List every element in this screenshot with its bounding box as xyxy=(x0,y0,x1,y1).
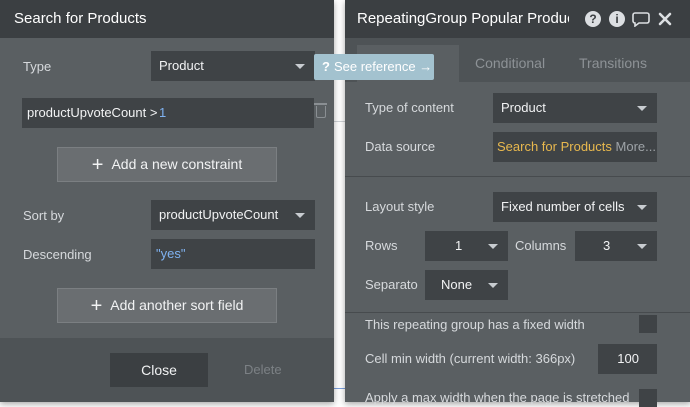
plus-icon: + xyxy=(91,154,104,176)
plus-icon: + xyxy=(90,295,103,317)
constraint-row[interactable]: productUpvoteCount > 1 xyxy=(22,98,314,128)
constraint-value[interactable]: 1 xyxy=(159,98,166,128)
rows-label: Rows xyxy=(365,238,398,253)
chevron-down-icon xyxy=(637,244,647,249)
chevron-down-icon xyxy=(488,283,498,288)
rows-dropdown[interactable]: 1 xyxy=(425,231,508,261)
data-source-field[interactable]: Search for Products More... xyxy=(493,132,657,162)
cell-min-width-input[interactable]: 100 xyxy=(598,344,657,374)
add-sort-field-label: Add another sort field xyxy=(110,297,244,313)
tab-conditional[interactable]: Conditional xyxy=(475,45,545,82)
divider xyxy=(345,176,690,177)
max-width-label: Apply a max width when the page is stret… xyxy=(365,390,630,405)
chevron-down-icon xyxy=(488,244,498,249)
tab-transitions[interactable]: Transitions xyxy=(579,45,647,82)
chevron-down-icon xyxy=(295,213,305,218)
separator-dropdown[interactable]: None xyxy=(425,270,508,300)
search-for-products-panel: Search for Products Type Product product… xyxy=(0,0,334,402)
see-reference-tooltip[interactable]: ? See reference → xyxy=(314,54,434,80)
info-icon[interactable]: i xyxy=(609,11,625,27)
columns-label: Columns xyxy=(515,238,567,253)
add-constraint-label: Add a new constraint xyxy=(111,156,243,172)
close-icon[interactable] xyxy=(658,12,672,26)
sort-by-label: Sort by xyxy=(23,208,65,223)
max-width-checkbox[interactable] xyxy=(639,389,657,407)
trash-icon[interactable] xyxy=(314,103,327,118)
chevron-down-icon xyxy=(295,64,305,69)
type-dropdown-value: Product xyxy=(159,58,204,73)
separator-label: Separato xyxy=(365,277,418,292)
add-sort-field-button[interactable]: + Add another sort field xyxy=(57,288,277,323)
property-editor-title: RepeatingGroup Popular Products xyxy=(357,10,569,27)
data-source-label: Data source xyxy=(365,139,436,154)
close-button[interactable]: Close xyxy=(110,353,208,387)
fixed-width-label: This repeating group has a fixed width xyxy=(365,317,585,332)
delete-button[interactable]: Delete xyxy=(244,362,282,377)
add-constraint-button[interactable]: + Add a new constraint xyxy=(57,147,277,182)
columns-dropdown[interactable]: 3 xyxy=(575,231,657,261)
layout-style-value: Fixed number of cells xyxy=(501,199,625,214)
rows-value: 1 xyxy=(455,238,463,253)
constraint-field[interactable]: productUpvoteCount > xyxy=(27,105,157,120)
columns-value: 3 xyxy=(603,238,611,253)
chevron-down-icon xyxy=(637,106,647,111)
descending-label: Descending xyxy=(23,247,92,262)
layout-style-dropdown[interactable]: Fixed number of cells xyxy=(493,192,657,222)
descending-input[interactable]: "yes" xyxy=(151,239,315,269)
comment-icon[interactable] xyxy=(632,11,650,27)
fixed-width-checkbox[interactable] xyxy=(639,315,657,333)
data-source-more[interactable]: More... xyxy=(616,139,656,154)
panel-title: Search for Products xyxy=(0,0,334,38)
sort-by-dropdown[interactable]: productUpvoteCount xyxy=(151,200,315,230)
data-source-value[interactable]: Search for Products xyxy=(497,139,612,154)
question-icon: ? xyxy=(322,59,330,74)
divider xyxy=(345,312,690,313)
sort-by-value: productUpvoteCount xyxy=(159,207,279,222)
type-of-content-dropdown[interactable]: Product xyxy=(493,93,657,123)
type-label: Type xyxy=(23,59,52,74)
see-reference-label: See reference → xyxy=(333,59,433,74)
type-dropdown[interactable]: Product xyxy=(151,51,315,81)
layout-style-label: Layout style xyxy=(365,199,435,214)
separator-value: None xyxy=(441,277,473,292)
type-of-content-value: Product xyxy=(501,100,546,115)
type-of-content-label: Type of content xyxy=(365,100,454,115)
help-icon[interactable]: ? xyxy=(585,11,601,27)
cell-min-width-label: Cell min width (current width: 366px) xyxy=(365,351,576,366)
chevron-down-icon xyxy=(637,205,647,210)
